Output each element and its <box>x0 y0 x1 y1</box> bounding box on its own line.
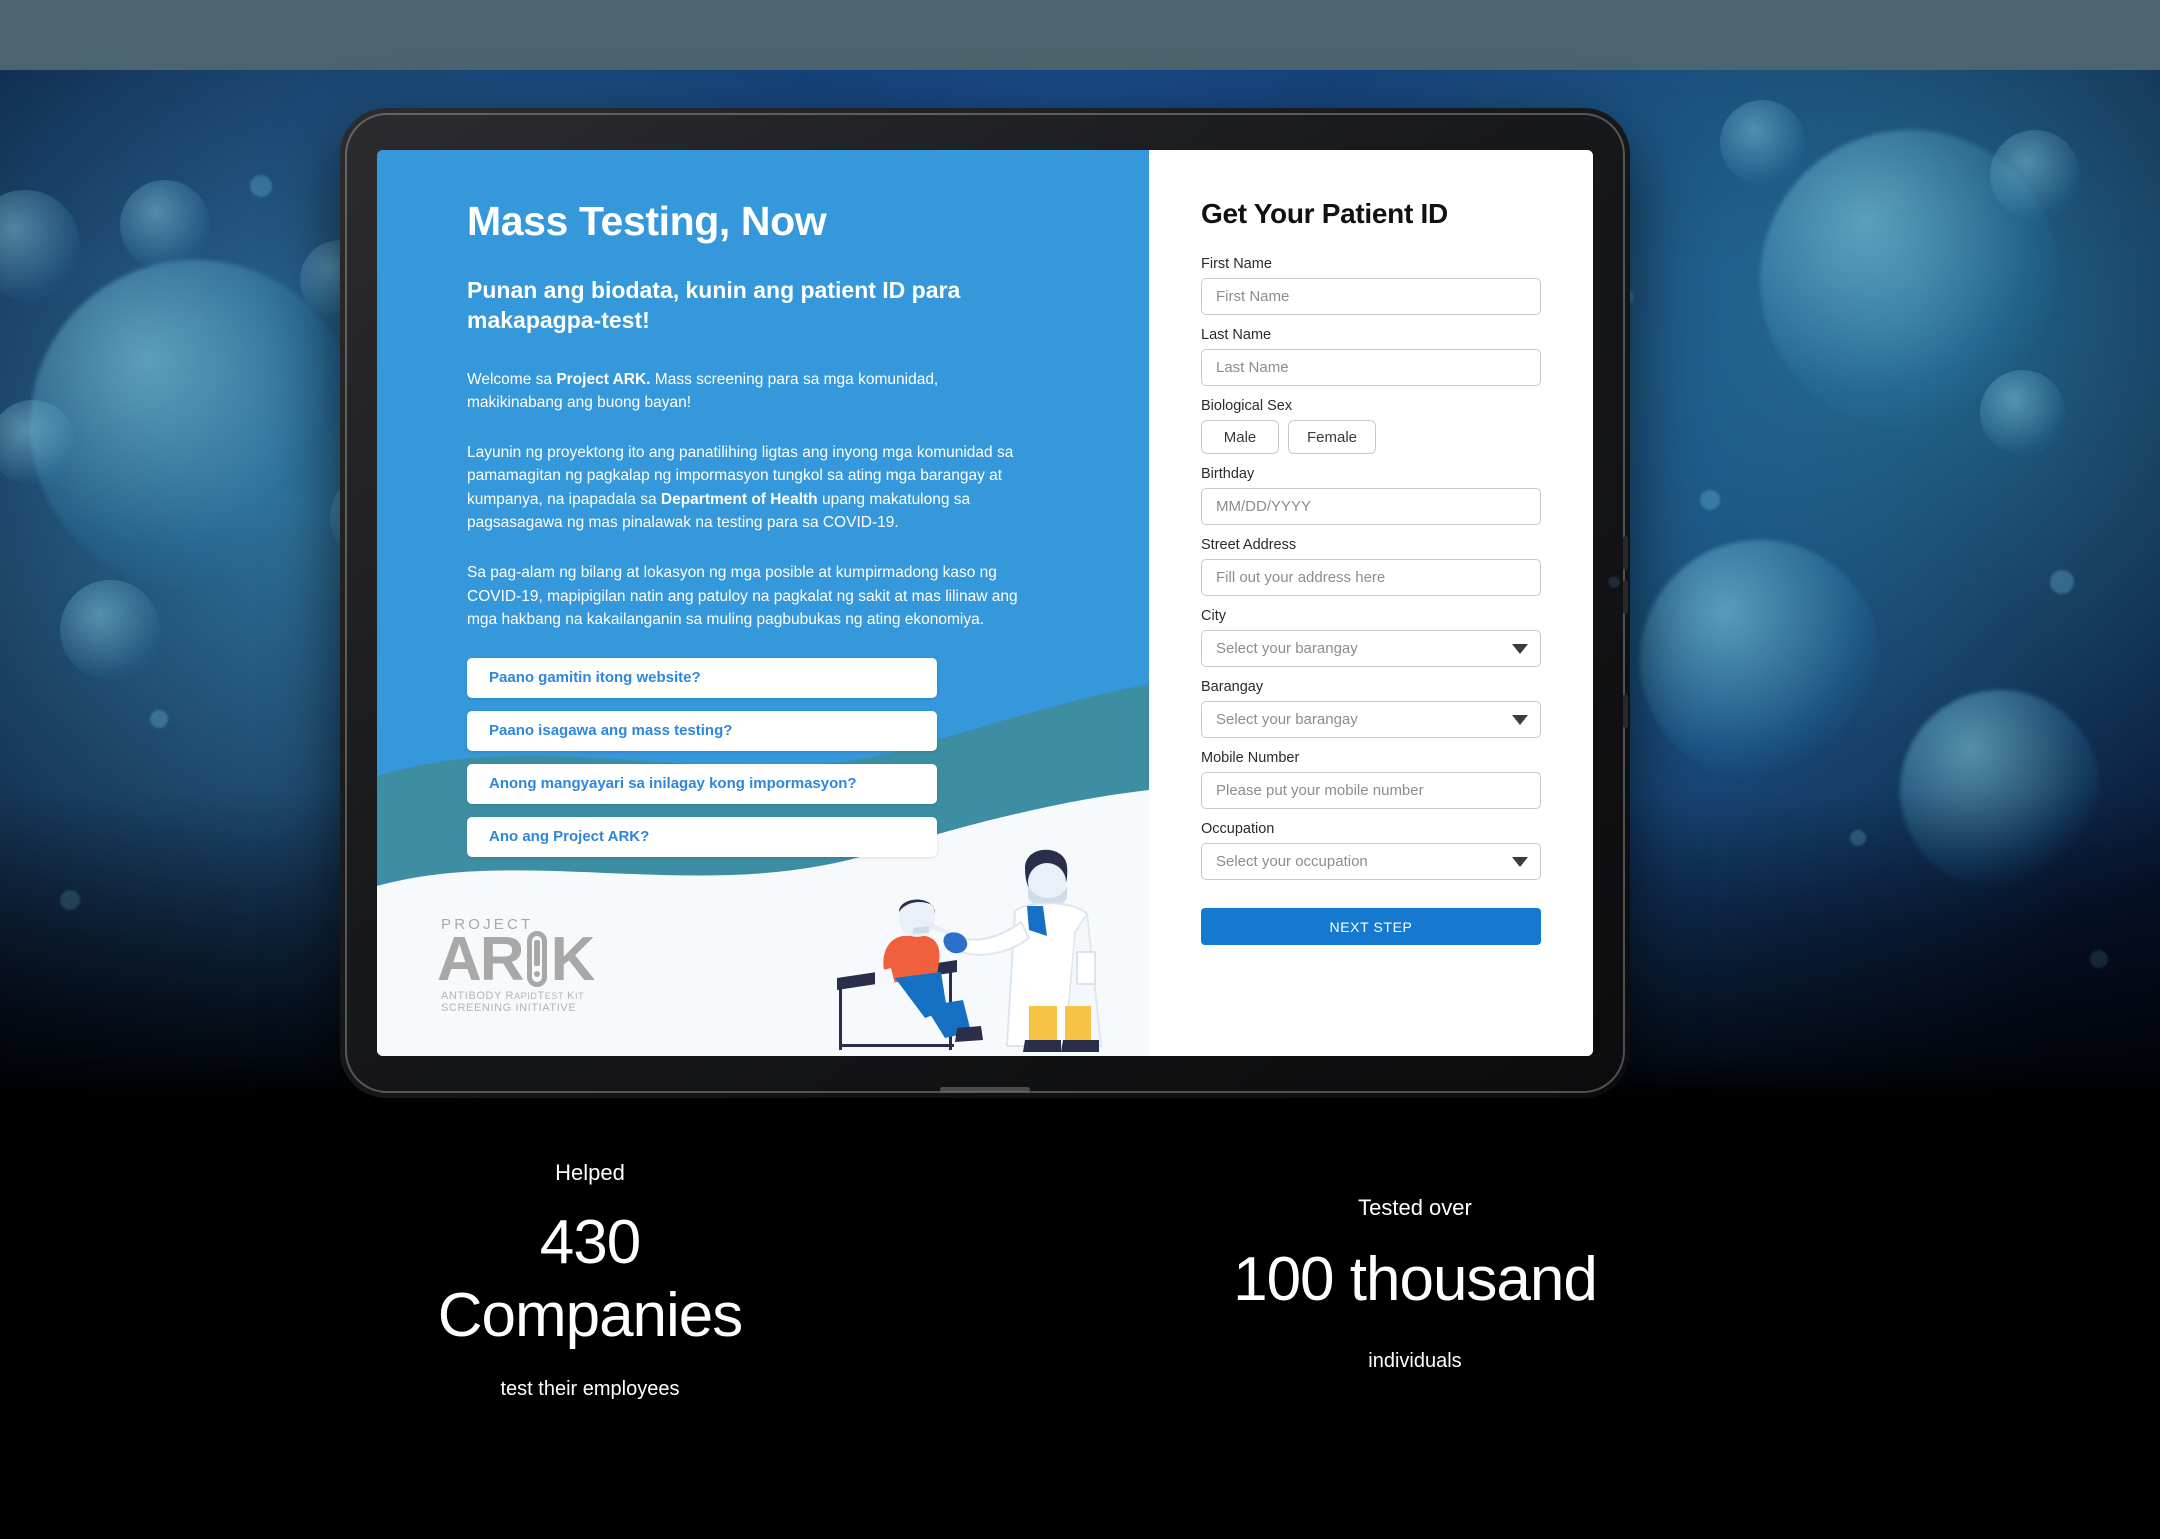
mobile-number-label: Mobile Number <box>1201 750 1300 766</box>
street-address-field-group: Street Address <box>1201 537 1541 596</box>
page-root: Mass Testing, Now Punan ang biodata, kun… <box>0 0 2160 1539</box>
biological-sex-field-group: Biological Sex Male Female <box>1201 398 1541 454</box>
stat-companies-number: 430 <box>539 1208 641 1277</box>
stat-companies-caption: Helped <box>555 1160 625 1185</box>
stat-companies: Helped 430 Companies test their employee… <box>370 1160 810 1401</box>
city-select[interactable]: Select your barangay <box>1201 630 1541 667</box>
birthday-input[interactable] <box>1201 488 1541 525</box>
form-title: Get Your Patient ID <box>1201 198 1448 229</box>
hero-paragraph-3: Sa pag-alam ng bilang at lokasyon ng mga… <box>467 564 1018 629</box>
logo-wordmark: AR K <box>437 925 637 995</box>
front-camera-icon <box>1610 578 1618 586</box>
hero-content: Mass Testing, Now Punan ang biodata, kun… <box>377 150 1037 857</box>
hero-paragraph-2: Layunin ng proyektong ito ang panatilihi… <box>467 441 1037 535</box>
birthday-label: Birthday <box>1201 466 1255 482</box>
hero-panel: Mass Testing, Now Punan ang biodata, kun… <box>377 150 1149 1056</box>
last-name-input[interactable] <box>1201 349 1541 386</box>
hero-subtitle: Punan ang biodata, kunin ang patient ID … <box>467 277 961 334</box>
barangay-label: Barangay <box>1201 679 1264 695</box>
page-title: Mass Testing, Now <box>467 198 827 244</box>
stat-individuals-caption: Tested over <box>1358 1195 1472 1220</box>
birthday-field-group: Birthday <box>1201 466 1541 525</box>
logo-ar-text: AR <box>437 925 525 995</box>
next-step-button[interactable]: NEXT STEP <box>1201 908 1541 945</box>
barangay-select-wrapper: Select your barangay <box>1201 701 1541 738</box>
street-address-input[interactable] <box>1201 559 1541 596</box>
first-name-label: First Name <box>1201 256 1272 272</box>
city-select-wrapper: Select your barangay <box>1201 630 1541 667</box>
exclamation-icon <box>524 931 550 987</box>
hero-p1-bold: Project ARK. <box>556 370 651 388</box>
stat-companies-footer: test their employees <box>500 1378 680 1401</box>
street-address-label: Street Address <box>1201 537 1297 553</box>
barangay-select[interactable]: Select your barangay <box>1201 701 1541 738</box>
biological-sex-label: Biological Sex <box>1201 398 1293 414</box>
covid-swab-test-illustration <box>837 849 1103 1052</box>
occupation-field-group: Occupation Select your occupation <box>1201 821 1541 880</box>
sex-option-male[interactable]: Male <box>1201 420 1279 454</box>
stat-individuals: Tested over 100 thousand individuals <box>1130 1195 1700 1373</box>
barangay-field-group: Barangay Select your barangay <box>1201 679 1541 738</box>
top-strip <box>0 0 2160 70</box>
city-label: City <box>1201 608 1226 624</box>
logo-tagline-line1: ANTIBODY RAPIDTEST KIT <box>441 990 637 1002</box>
tagline-t: T <box>537 990 545 1002</box>
faq-button-how-to-use-website[interactable]: Paano gamitin itong website? <box>467 657 937 698</box>
occupation-select-wrapper: Select your occupation <box>1201 843 1541 880</box>
mobile-number-field-group: Mobile Number <box>1201 750 1541 809</box>
tablet-volume-up-button[interactable] <box>1623 536 1628 570</box>
tagline-r: R <box>505 990 515 1002</box>
tablet-power-button[interactable] <box>1623 694 1628 728</box>
home-indicator <box>940 1087 1030 1092</box>
patient-id-form-panel: Get Your Patient ID First Name Last Name… <box>1149 150 1593 1056</box>
tablet-device-frame: Mass Testing, Now Punan ang biodata, kun… <box>340 108 1630 1098</box>
occupation-select[interactable]: Select your occupation <box>1201 843 1541 880</box>
first-name-input[interactable] <box>1201 278 1541 315</box>
tagline-apid: APID <box>514 991 538 1001</box>
statistics-section: Helped 430 Companies test their employee… <box>0 1100 2160 1539</box>
hero-p1-pre: Welcome sa <box>467 370 557 388</box>
logo-tagline-line2: SCREENING INITIATIVE <box>441 1002 577 1014</box>
project-ark-logo: PROJECT AR K ANTIBODY RAPIDTEST KIT SCRE… <box>437 916 637 1014</box>
first-name-field-group: First Name <box>1201 256 1541 315</box>
biological-sex-options: Male Female <box>1201 420 1541 454</box>
stat-individuals-footer: individuals <box>1368 1350 1462 1373</box>
city-field-group: City Select your barangay <box>1201 608 1541 667</box>
hero-paragraph-1: Welcome sa Project ARK. Mass screening p… <box>467 368 1037 415</box>
mobile-number-input[interactable] <box>1201 772 1541 809</box>
faq-button-how-to-do-mass-testing[interactable]: Paano isagawa ang mass testing? <box>467 710 937 751</box>
tablet-screen: Mass Testing, Now Punan ang biodata, kun… <box>377 150 1593 1056</box>
stat-companies-unit: Companies <box>437 1281 744 1351</box>
stat-individuals-number: 100 thousand <box>1233 1245 1598 1314</box>
logo-k-text: K <box>550 925 596 995</box>
occupation-label: Occupation <box>1201 821 1275 837</box>
tagline-est: EST <box>544 991 568 1001</box>
last-name-label: Last Name <box>1201 327 1272 343</box>
tagline-it: IT <box>574 991 585 1001</box>
tablet-volume-down-button[interactable] <box>1623 580 1628 614</box>
sex-option-female[interactable]: Female <box>1288 420 1377 454</box>
tagline-k: K <box>567 990 575 1002</box>
hero-p2-bold: Department of Health <box>660 490 818 508</box>
last-name-field-group: Last Name <box>1201 327 1541 386</box>
tagline-antibody: ANTIBODY <box>441 990 506 1002</box>
